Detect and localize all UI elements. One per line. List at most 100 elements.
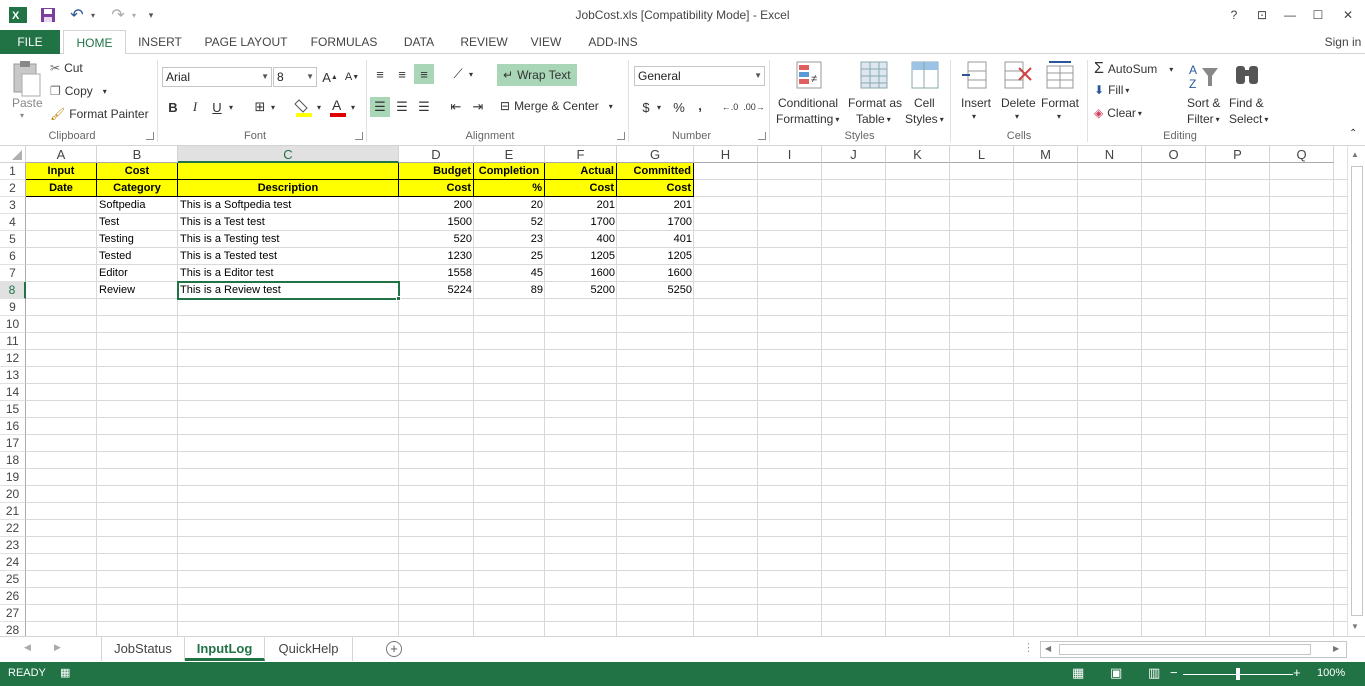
column-header-j[interactable]: J bbox=[822, 146, 886, 163]
column-header-p[interactable]: P bbox=[1206, 146, 1270, 163]
macro-record-icon[interactable]: ▦ bbox=[60, 666, 70, 679]
row-header-25[interactable]: 25 bbox=[0, 571, 26, 588]
vertical-scrollbar[interactable]: ▲ ▼ bbox=[1347, 146, 1365, 636]
select-all-corner[interactable] bbox=[0, 146, 26, 163]
sort-filter-button-2[interactable]: Filter ▾ bbox=[1187, 112, 1220, 126]
cell-d6[interactable]: 1230 bbox=[399, 248, 474, 265]
scroll-up-icon[interactable]: ▲ bbox=[1351, 150, 1359, 159]
cell-e8[interactable]: 89 bbox=[474, 282, 545, 299]
cell-b1[interactable]: Cost bbox=[97, 163, 178, 180]
wrap-text-button[interactable]: ↵ Wrap Text bbox=[497, 64, 577, 86]
cell-f8[interactable]: 5200 bbox=[545, 282, 617, 299]
column-header-i[interactable]: I bbox=[758, 146, 822, 163]
cell-c1[interactable] bbox=[178, 163, 399, 180]
cell-d7[interactable]: 1558 bbox=[399, 265, 474, 282]
cell-a8[interactable] bbox=[26, 282, 97, 299]
row-header-5[interactable]: 5 bbox=[0, 231, 26, 248]
row-header-28[interactable]: 28 bbox=[0, 622, 26, 636]
cell-b8[interactable]: Review bbox=[97, 282, 178, 299]
cell-g6[interactable]: 1205 bbox=[617, 248, 694, 265]
row-header-10[interactable]: 10 bbox=[0, 316, 26, 333]
column-header-g[interactable]: G bbox=[617, 146, 694, 163]
format-as-table-button-2[interactable]: Table ▾ bbox=[856, 112, 891, 126]
delete-cells-button[interactable]: Delete bbox=[1001, 96, 1036, 110]
row-header-9[interactable]: 9 bbox=[0, 299, 26, 316]
tab-page-layout[interactable]: PAGE LAYOUT bbox=[196, 30, 296, 54]
clear-button[interactable]: ◈ Clear ▾ bbox=[1094, 106, 1142, 120]
grow-font-button[interactable]: A ▲ bbox=[320, 67, 340, 87]
cell-e1[interactable]: Completion bbox=[474, 163, 545, 180]
zoom-slider-thumb[interactable] bbox=[1236, 668, 1240, 680]
next-sheet-icon[interactable]: ▶ bbox=[54, 642, 61, 653]
align-left-icon[interactable]: ☰ bbox=[370, 97, 390, 117]
number-format-combo[interactable]: General ▼ bbox=[634, 66, 765, 86]
cell-f6[interactable]: 1205 bbox=[545, 248, 617, 265]
cell-d2[interactable]: Cost bbox=[399, 180, 474, 197]
cell-f3[interactable]: 201 bbox=[545, 197, 617, 214]
cell-d5[interactable]: 520 bbox=[399, 231, 474, 248]
minimize-button[interactable]: — bbox=[1277, 4, 1303, 26]
column-header-e[interactable]: E bbox=[474, 146, 545, 163]
format-as-table-button[interactable]: Format as bbox=[848, 96, 902, 110]
row-header-13[interactable]: 13 bbox=[0, 367, 26, 384]
copy-dropdown-icon[interactable]: ▾ bbox=[103, 87, 107, 96]
zoom-level[interactable]: 100% bbox=[1317, 667, 1345, 679]
row-header-2[interactable]: 2 bbox=[0, 180, 26, 197]
middle-align-icon[interactable]: ≡ bbox=[392, 64, 412, 84]
sign-in-link[interactable]: Sign in bbox=[1322, 30, 1364, 54]
row-header-6[interactable]: 6 bbox=[0, 248, 26, 265]
row-header-19[interactable]: 19 bbox=[0, 469, 26, 486]
comma-button[interactable]: , bbox=[690, 95, 710, 115]
insert-dropdown-icon[interactable]: ▾ bbox=[972, 112, 976, 121]
autosum-button[interactable]: Σ AutoSum ▾ bbox=[1094, 60, 1173, 78]
tab-insert[interactable]: INSERT bbox=[130, 30, 190, 54]
collapse-ribbon-icon[interactable]: ⌃ bbox=[1349, 128, 1357, 139]
row-header-27[interactable]: 27 bbox=[0, 605, 26, 622]
tab-add-ins[interactable]: ADD-INS bbox=[582, 30, 644, 54]
cell-g3[interactable]: 201 bbox=[617, 197, 694, 214]
row-header-1[interactable]: 1 bbox=[0, 163, 26, 180]
bottom-align-icon[interactable]: ≡ bbox=[414, 64, 434, 84]
page-break-view-icon[interactable]: ▥ bbox=[1148, 665, 1160, 681]
fill-handle[interactable] bbox=[396, 296, 401, 301]
sheet-tab-jobstatus[interactable]: JobStatus bbox=[101, 637, 185, 661]
page-layout-view-icon[interactable]: ▣ bbox=[1110, 665, 1122, 681]
sort-filter-button[interactable]: Sort & bbox=[1187, 96, 1220, 110]
borders-dropdown-icon[interactable]: ▾ bbox=[268, 97, 278, 117]
sheet-tab-inputlog[interactable]: InputLog bbox=[185, 637, 265, 661]
cell-a6[interactable] bbox=[26, 248, 97, 265]
cell-g7[interactable]: 1600 bbox=[617, 265, 694, 282]
ribbon-display-options-button[interactable]: ⊡ bbox=[1249, 4, 1275, 26]
fill-color-dropdown-icon[interactable]: ▾ bbox=[314, 97, 324, 117]
insert-cells-button[interactable]: Insert bbox=[961, 96, 991, 110]
align-right-icon[interactable]: ☰ bbox=[414, 97, 434, 117]
cut-button[interactable]: ✂ Cut bbox=[50, 61, 83, 75]
cell-f4[interactable]: 1700 bbox=[545, 214, 617, 231]
column-header-k[interactable]: K bbox=[886, 146, 950, 163]
cell-b4[interactable]: Test bbox=[97, 214, 178, 231]
cell-a1[interactable]: Input bbox=[26, 163, 97, 180]
orientation-icon[interactable]: ⟋ bbox=[448, 64, 468, 84]
cell-a7[interactable] bbox=[26, 265, 97, 282]
cell-b3[interactable]: Softpedia bbox=[97, 197, 178, 214]
column-header-d[interactable]: D bbox=[399, 146, 474, 163]
row-header-21[interactable]: 21 bbox=[0, 503, 26, 520]
cell-b5[interactable]: Testing bbox=[97, 231, 178, 248]
shrink-font-button[interactable]: A ▼ bbox=[342, 67, 362, 87]
scroll-left-icon[interactable]: ◀ bbox=[1045, 644, 1051, 653]
increase-indent-icon[interactable]: ⇥ bbox=[468, 97, 488, 117]
row-header-17[interactable]: 17 bbox=[0, 435, 26, 452]
bold-button[interactable]: B bbox=[163, 97, 183, 117]
cell-a5[interactable] bbox=[26, 231, 97, 248]
font-name-combo[interactable]: Arial ▼ bbox=[162, 67, 272, 87]
underline-button[interactable]: U bbox=[207, 97, 227, 117]
vertical-scroll-thumb[interactable] bbox=[1351, 166, 1363, 616]
tab-file[interactable]: FILE bbox=[0, 30, 60, 54]
cell-d3[interactable]: 200 bbox=[399, 197, 474, 214]
row-header-14[interactable]: 14 bbox=[0, 384, 26, 401]
clipboard-launcher-icon[interactable] bbox=[146, 132, 154, 140]
align-center-icon[interactable]: ☰ bbox=[392, 97, 412, 117]
row-header-11[interactable]: 11 bbox=[0, 333, 26, 350]
cell-d8[interactable]: 5224 bbox=[399, 282, 474, 299]
cell-a2[interactable]: Date bbox=[26, 180, 97, 197]
